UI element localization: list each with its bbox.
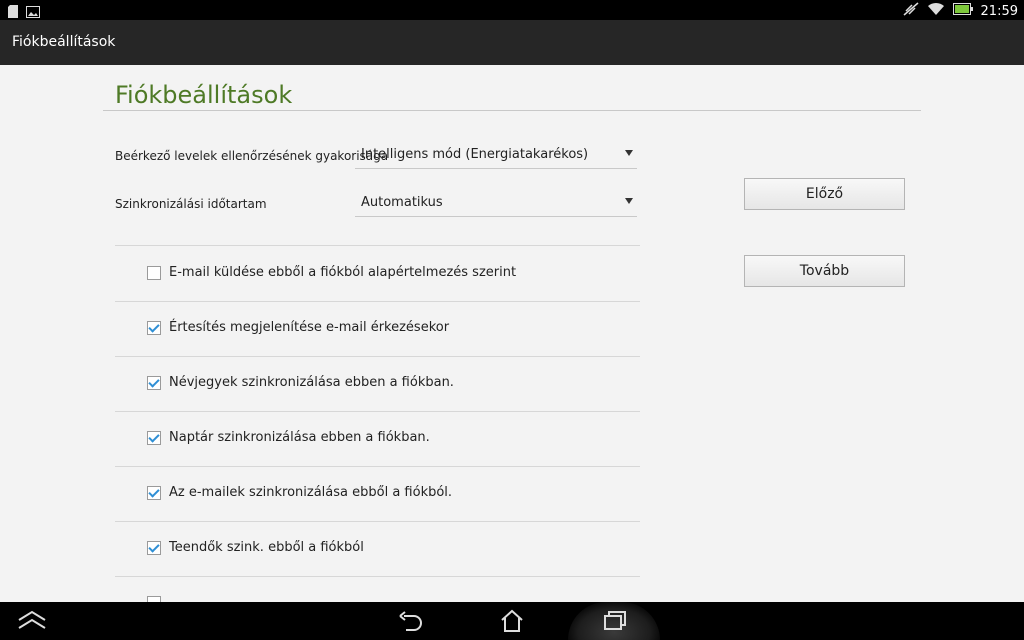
option-label: Teendők szink. ebből a fiókból bbox=[169, 540, 364, 555]
option-label: Naptár szinkronizálása ebben a fiókban. bbox=[169, 430, 430, 445]
status-time: 21:59 bbox=[980, 3, 1018, 19]
frequency-label: Beérkező levelek ellenőrzésének gyakoris… bbox=[115, 149, 389, 163]
checkbox[interactable] bbox=[147, 431, 161, 445]
recent-apps-icon[interactable] bbox=[599, 608, 629, 634]
option-notify-email[interactable]: Értesítés megjelenítése e-mail érkezések… bbox=[115, 301, 640, 357]
dropdown-arrow-icon bbox=[625, 150, 633, 156]
checkbox[interactable] bbox=[147, 376, 161, 390]
frequency-select[interactable]: Intelligens mód (Energiatakarékos) bbox=[355, 144, 637, 169]
frequency-value: Intelligens mód (Energiatakarékos) bbox=[361, 147, 589, 162]
option-partial-row[interactable] bbox=[115, 576, 640, 602]
sync-period-label: Szinkronizálási időtartam bbox=[115, 197, 267, 211]
sync-period-value: Automatikus bbox=[361, 195, 443, 210]
status-bar: 21:59 bbox=[0, 0, 1024, 20]
option-label: Értesítés megjelenítése e-mail érkezések… bbox=[169, 320, 450, 335]
no-sync-icon bbox=[903, 2, 919, 20]
checkbox[interactable] bbox=[147, 486, 161, 500]
checkbox[interactable] bbox=[147, 321, 161, 335]
option-sync-contacts[interactable]: Névjegyek szinkronizálása ebben a fiókba… bbox=[115, 356, 640, 412]
settings-panel: Fiókbeállítások Beérkező levelek ellenőr… bbox=[0, 65, 1024, 602]
battery-icon bbox=[952, 3, 973, 19]
checkbox[interactable] bbox=[147, 541, 161, 555]
sync-period-select[interactable]: Automatikus bbox=[355, 192, 637, 217]
wifi-icon bbox=[927, 2, 945, 20]
checkbox[interactable] bbox=[147, 266, 161, 280]
keyboard-hide-icon[interactable] bbox=[17, 608, 47, 634]
back-icon[interactable] bbox=[396, 608, 426, 634]
dropdown-arrow-icon bbox=[625, 198, 633, 204]
option-label: E-mail küldése ebből a fiókból alapértel… bbox=[169, 265, 517, 280]
option-default-account[interactable]: E-mail küldése ebből a fiókból alapértel… bbox=[115, 246, 640, 302]
option-label: Névjegyek szinkronizálása ebben a fiókba… bbox=[169, 375, 454, 390]
app-title: Fiókbeállítások bbox=[12, 34, 116, 50]
home-icon[interactable] bbox=[497, 608, 527, 634]
option-sync-tasks[interactable]: Teendők szink. ebből a fiókból bbox=[115, 521, 640, 577]
title-bar: Fiókbeállítások bbox=[0, 20, 1024, 65]
navigation-bar bbox=[0, 602, 1024, 640]
option-label: Az e-mailek szinkronizálása ebből a fiók… bbox=[169, 485, 453, 500]
heading-divider bbox=[103, 110, 921, 111]
option-sync-email[interactable]: Az e-mailek szinkronizálása ebből a fiók… bbox=[115, 466, 640, 522]
page-title: Fiókbeállítások bbox=[115, 81, 293, 109]
previous-button[interactable]: Előző bbox=[744, 178, 905, 210]
next-button[interactable]: Tovább bbox=[744, 255, 905, 287]
option-sync-calendar[interactable]: Naptár szinkronizálása ebben a fiókban. bbox=[115, 411, 640, 467]
